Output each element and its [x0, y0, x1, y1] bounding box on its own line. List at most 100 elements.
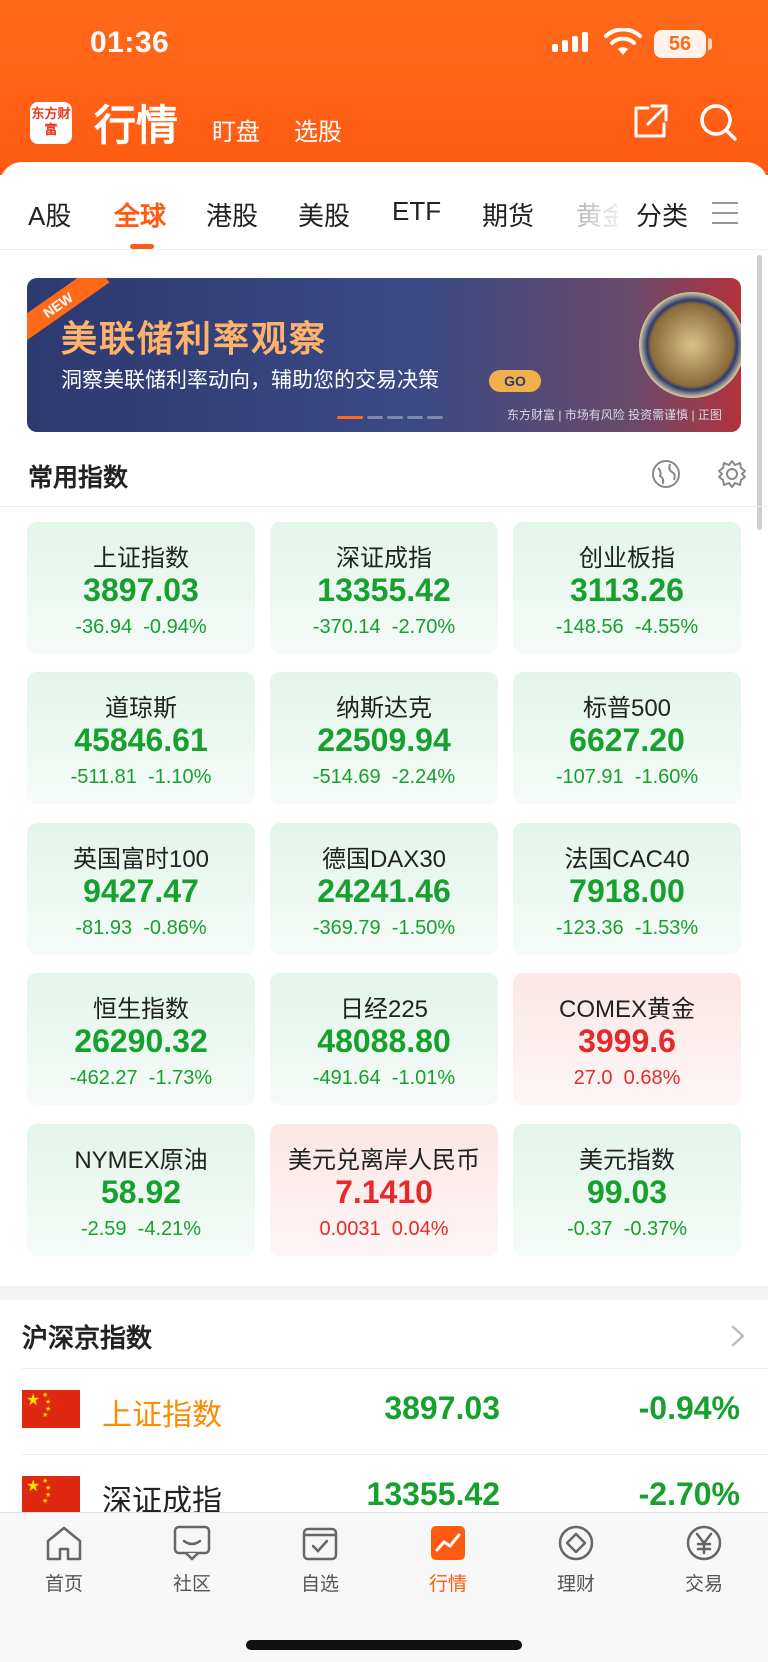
index-card[interactable]: 英国富时100 9427.47 -81.93 -0.86%: [27, 823, 255, 955]
tab-a-shares[interactable]: A股: [28, 196, 71, 233]
index-card-price: 3999.6: [578, 1023, 676, 1059]
index-card[interactable]: 上证指数 3897.03 -36.94 -0.94%: [27, 522, 255, 654]
index-card-change-pct: 0.04%: [391, 1218, 449, 1240]
page-title: 行情: [94, 102, 179, 149]
tab-futures[interactable]: 期货: [482, 196, 534, 233]
nav-trade-label: 交易: [684, 1574, 723, 1595]
list-divider: [22, 1454, 768, 1455]
sub-nav-watch[interactable]: 盯盘: [212, 112, 260, 147]
index-card-change: -370.14 -2.70%: [270, 616, 498, 639]
index-card-change-pct: -0.86%: [143, 917, 207, 939]
index-card[interactable]: 德国DAX30 24241.46 -369.79 -1.50%: [270, 823, 498, 955]
settings-icon[interactable]: [716, 458, 748, 490]
section-gap: [0, 1286, 768, 1300]
index-list-name: 上证指数: [102, 1399, 222, 1432]
index-card[interactable]: 深证成指 13355.42 -370.14 -2.70%: [270, 522, 498, 654]
index-card-name: 道琼斯: [105, 695, 177, 722]
index-list-row[interactable]: ★ ★ ★ ★ ★ 上证指数 3897.03 -0.94%: [0, 1368, 768, 1454]
active-tab-indicator: [130, 244, 154, 249]
cellular-signal-icon: [552, 32, 588, 52]
search-icon[interactable]: [696, 100, 740, 144]
nav-trade[interactable]: 交易: [654, 1523, 754, 1596]
index-card-price: 26290.32: [74, 1023, 208, 1059]
tab-us-stocks[interactable]: 美股: [298, 196, 350, 233]
wifi-icon: [604, 28, 642, 55]
checklist-icon: [302, 1527, 338, 1561]
nav-watchlist[interactable]: 自选: [270, 1523, 370, 1596]
index-card-name: 德国DAX30: [321, 846, 447, 873]
index-card-name: 上证指数: [93, 545, 189, 572]
promo-banner[interactable]: NEW 美联储利率观察 洞察美联储利率动向，辅助您的交易决策 GO 东方财富 |…: [27, 278, 741, 432]
index-card[interactable]: 标普500 6627.20 -107.91 -1.60%: [513, 672, 741, 804]
banner-go-button[interactable]: GO: [489, 370, 541, 392]
index-card[interactable]: 日经225 48088.80 -491.64 -1.01%: [270, 973, 498, 1105]
nav-community[interactable]: 社区: [142, 1523, 242, 1596]
nav-market-label: 行情: [428, 1574, 467, 1595]
nav-watchlist-label: 自选: [300, 1574, 339, 1595]
index-card[interactable]: 恒生指数 26290.32 -462.27 -1.73%: [27, 973, 255, 1105]
share-icon[interactable]: [628, 100, 672, 144]
index-card-price: 24241.46: [317, 873, 451, 909]
scrollbar[interactable]: [757, 255, 762, 530]
index-card-price: 3113.26: [570, 572, 684, 608]
nav-wealth[interactable]: 理财: [526, 1523, 626, 1596]
chevron-right-icon[interactable]: [730, 1324, 746, 1348]
index-card-price: 45846.61: [74, 722, 208, 758]
index-card-change-value: -491.64: [312, 1067, 381, 1089]
index-card[interactable]: NYMEX原油 58.92 -2.59 -4.21%: [27, 1124, 255, 1256]
battery-cap: [708, 38, 712, 50]
index-card-price: 22509.94: [317, 722, 451, 758]
index-card-change: -511.81 -1.10%: [27, 766, 255, 789]
tab-etf[interactable]: ETF: [392, 196, 441, 227]
index-card-change: -107.91 -1.60%: [513, 766, 741, 789]
index-card-name: 纳斯达克: [336, 695, 432, 722]
nav-home[interactable]: 首页: [14, 1523, 114, 1596]
index-card-change-pct: -1.10%: [148, 766, 212, 788]
china-flag-icon: ★ ★ ★ ★ ★: [22, 1390, 80, 1428]
index-card[interactable]: 美元兑离岸人民币 7.1410 0.0031 0.04%: [270, 1124, 498, 1256]
china-flag-icon: ★ ★ ★ ★ ★: [22, 1476, 80, 1514]
index-card[interactable]: 美元指数 99.03 -0.37 -0.37%: [513, 1124, 741, 1256]
index-card-name: 深证成指: [336, 545, 432, 572]
index-card-price: 58.92: [100, 1174, 182, 1210]
index-card-price: 7918.00: [569, 873, 685, 909]
index-card[interactable]: COMEX黄金 3999.6 27.0 0.68%: [513, 973, 741, 1105]
global-map-icon[interactable]: [650, 458, 682, 490]
index-card-change-pct: -1.53%: [634, 917, 699, 939]
index-card-change-pct: -2.70%: [391, 616, 456, 638]
banner-pagination: [337, 416, 443, 419]
index-card-change-pct: -0.37%: [623, 1218, 688, 1240]
index-card-name: NYMEX原油: [74, 1147, 208, 1174]
index-card[interactable]: 纳斯达克 22509.94 -514.69 -2.24%: [270, 672, 498, 804]
sub-nav-stock-picker[interactable]: 选股: [294, 112, 342, 147]
index-card[interactable]: 道琼斯 45846.61 -511.81 -1.10%: [27, 672, 255, 804]
index-card-change: -148.56 -4.55%: [513, 616, 741, 639]
index-card-change: -491.64 -1.01%: [270, 1067, 498, 1090]
index-card-change: 0.0031 0.04%: [270, 1218, 498, 1241]
index-card-change-value: -369.79: [312, 917, 381, 939]
index-card-name: 创业板指: [579, 545, 675, 572]
index-card-change-pct: -0.94%: [143, 616, 207, 638]
index-list-price: 13355.42: [366, 1476, 500, 1512]
menu-icon[interactable]: [712, 202, 738, 224]
tab-global[interactable]: 全球: [114, 196, 166, 233]
tab-hk-stocks[interactable]: 港股: [206, 196, 258, 233]
index-card-change-value: -36.94: [75, 616, 133, 638]
index-card-change-value: -81.93: [75, 917, 133, 939]
banner-title: 美联储利率观察: [61, 318, 328, 359]
tab-categories[interactable]: 分类: [636, 196, 688, 233]
chat-icon: [173, 1525, 211, 1561]
index-card[interactable]: 法国CAC40 7918.00 -123.36 -1.53%: [513, 823, 741, 955]
index-list-pct: -0.94%: [638, 1390, 740, 1426]
index-card[interactable]: 创业板指 3113.26 -148.56 -4.55%: [513, 522, 741, 654]
yen-icon: [686, 1525, 722, 1561]
index-card-change-pct: -1.73%: [148, 1067, 213, 1089]
index-card-change: -36.94 -0.94%: [27, 616, 255, 639]
index-card-price: 7.1410: [335, 1174, 433, 1210]
index-card-change: -369.79 -1.50%: [270, 917, 498, 940]
nav-market[interactable]: 行情: [398, 1523, 498, 1596]
index-card-price: 6627.20: [569, 722, 685, 758]
index-list-pct: -2.70%: [638, 1476, 740, 1512]
index-card-change-value: -123.36: [555, 917, 624, 939]
nav-community-label: 社区: [172, 1574, 211, 1595]
